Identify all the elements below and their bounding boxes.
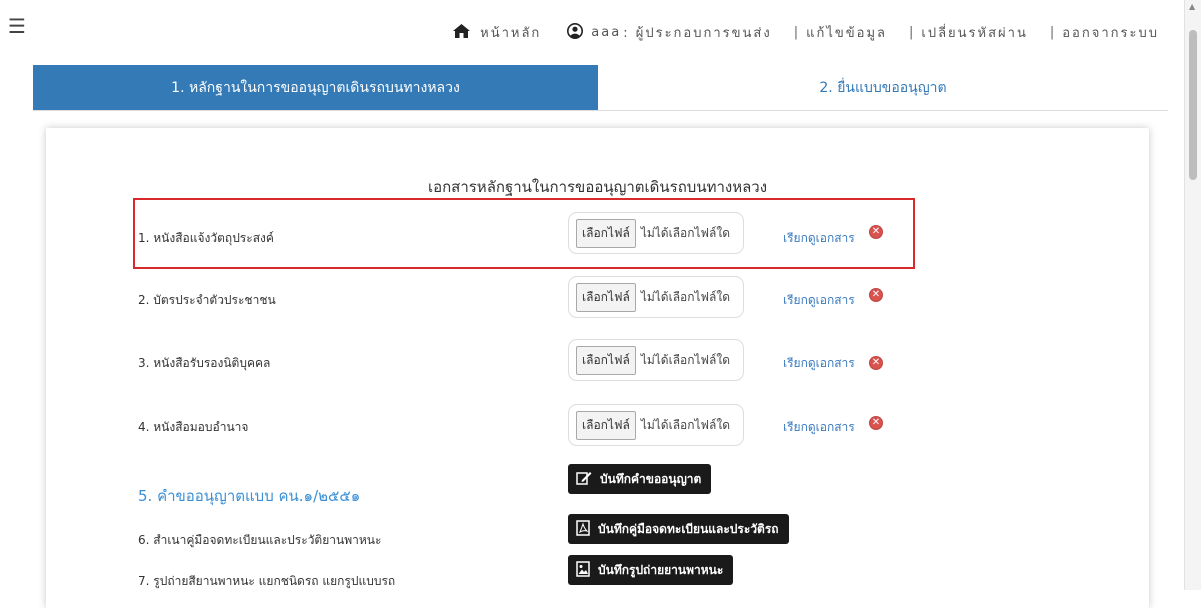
choose-file-button[interactable]: เลือกไฟล์ xyxy=(576,218,636,248)
delete-icon[interactable]: ✕ xyxy=(869,416,883,430)
home-icon xyxy=(453,23,471,42)
section-title: เอกสารหลักฐานในการขออนุญาตเดินรถบนทางหลว… xyxy=(427,178,768,196)
nav-separator: | xyxy=(909,25,916,40)
file-status: ไม่ได้เลือกไฟล์ใด xyxy=(640,352,731,367)
view-document-link[interactable]: เรียกดูเอกสาร xyxy=(783,354,855,373)
user-role: : ผู้ประกอบการขนส่ง xyxy=(623,26,772,41)
save-request-label: บันทึกคำขออนุญาต xyxy=(600,471,702,486)
save-registration-label: บันทึกคู่มือจดทะเบียนและประวัติรถ xyxy=(598,521,779,536)
save-vehicle-photo-button[interactable]: บันทึกรูปถ่ายยานพาหนะ xyxy=(568,555,734,585)
scrollbar-thumb[interactable] xyxy=(1189,30,1197,180)
tab-evidence[interactable]: 1. หลักฐานในการขออนุญาตเดินรถบนทางหลวง xyxy=(33,65,598,110)
home-label: หน้าหลัก xyxy=(480,26,542,41)
view-document-link[interactable]: เรียกดูเอกสาร xyxy=(783,229,855,248)
nav-links: หน้าหลัก aaa : ผู้ประกอบการขนส่ง | แก้ไข… xyxy=(453,22,1159,43)
nav-separator: | xyxy=(1049,25,1057,40)
step-tabs: 1. หลักฐานในการขออนุญาตเดินรถบนทางหลวง 2… xyxy=(33,65,1168,111)
delete-icon[interactable]: ✕ xyxy=(869,288,883,302)
file-status: ไม่ได้เลือกไฟล์ใด xyxy=(640,417,731,432)
nav-separator: | xyxy=(793,25,801,40)
hamburger-icon[interactable]: ☰ xyxy=(8,16,26,36)
document-card: เอกสารหลักฐานในการขออนุญาตเดินรถบนทางหลว… xyxy=(46,128,1149,608)
page-scrollbar[interactable]: ▲ xyxy=(1184,0,1201,590)
file-status: ไม่ได้เลือกไฟล์ใด xyxy=(640,225,731,240)
save-registration-button[interactable]: บันทึกคู่มือจดทะเบียนและประวัติรถ xyxy=(568,514,789,544)
file-status: ไม่ได้เลือกไฟล์ใด xyxy=(640,289,731,304)
change-password-link[interactable]: เปลี่ยนรหัสผ่าน xyxy=(921,22,1027,43)
form-heading: 5. คำขออนุญาตแบบ คน.๑/๒๕๕๑ xyxy=(138,487,361,505)
document-label: 2. บัตรประจำตัวประชาชน xyxy=(138,293,276,307)
pdf-icon xyxy=(576,519,590,539)
document-label: 1. หนังสือแจ้งวัตถุประสงค์ xyxy=(138,231,274,245)
file-upload-field[interactable]: เลือกไฟล์ ไม่ได้เลือกไฟล์ใด xyxy=(568,339,744,381)
save-request-button[interactable]: บันทึกคำขออนุญาต xyxy=(568,464,712,494)
delete-icon[interactable]: ✕ xyxy=(869,356,883,370)
image-icon xyxy=(576,560,590,580)
document-label: 7. รูปถ่ายสียานพาหนะ แยกชนิดรถ แยกรูปแบบ… xyxy=(138,574,396,588)
user-info: aaa : ผู้ประกอบการขนส่ง xyxy=(541,22,771,43)
tab-submit-form[interactable]: 2. ยื่นแบบขออนุญาต xyxy=(598,65,1168,110)
choose-file-button[interactable]: เลือกไฟล์ xyxy=(576,410,636,440)
file-upload-field[interactable]: เลือกไฟล์ ไม่ได้เลือกไฟล์ใด xyxy=(568,276,744,318)
edit-icon xyxy=(576,471,592,488)
view-document-link[interactable]: เรียกดูเอกสาร xyxy=(783,291,855,310)
file-upload-field[interactable]: เลือกไฟล์ ไม่ได้เลือกไฟล์ใด xyxy=(568,212,744,254)
logout-link[interactable]: ออกจากระบบ xyxy=(1062,22,1159,43)
document-label: 6. สำเนาคู่มือจดทะเบียนและประวัติยานพาหน… xyxy=(138,533,382,547)
user-name: aaa xyxy=(591,25,622,40)
choose-file-button[interactable]: เลือกไฟล์ xyxy=(576,345,636,375)
delete-icon[interactable]: ✕ xyxy=(869,225,883,239)
choose-file-button[interactable]: เลือกไฟล์ xyxy=(576,282,636,312)
view-document-link[interactable]: เรียกดูเอกสาร xyxy=(783,418,855,437)
user-circle-icon xyxy=(567,22,584,43)
file-upload-field[interactable]: เลือกไฟล์ ไม่ได้เลือกไฟล์ใด xyxy=(568,404,744,446)
top-navbar: ☰ หน้าหลัก aaa : ผู้ประกอบการขนส่ง | แก้… xyxy=(0,0,1201,62)
home-link[interactable]: หน้าหลัก xyxy=(453,22,541,43)
document-label: 4. หนังสือมอบอำนาจ xyxy=(138,420,249,434)
save-vehicle-photo-label: บันทึกรูปถ่ายยานพาหนะ xyxy=(598,562,724,577)
edit-profile-link[interactable]: แก้ไขข้อมูล xyxy=(806,22,887,43)
document-label: 3. หนังสือรับรองนิติบุคคล xyxy=(138,356,271,370)
scroll-up-icon[interactable]: ▲ xyxy=(1189,2,1195,11)
